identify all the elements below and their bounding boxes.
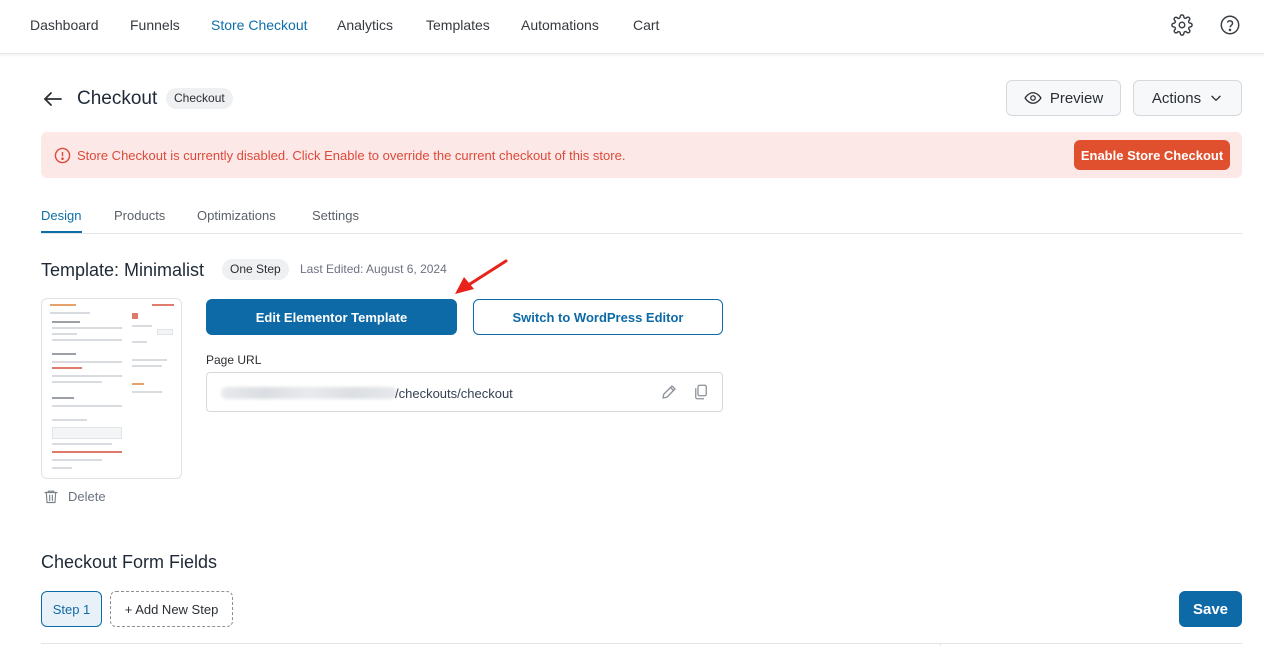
gear-icon[interactable] [1170, 13, 1194, 37]
blurred-domain [221, 387, 397, 399]
template-title: Template: Minimalist [41, 260, 205, 280]
save-button[interactable]: Save [1179, 591, 1242, 627]
nav-item-analytics[interactable]: Analytics [337, 17, 393, 33]
page-url-label: Page URL [206, 353, 262, 367]
last-edited-text: Last Edited: August 6, 2024 [300, 262, 447, 276]
checkout-disabled-alert: Store Checkout is currently disabled. Cl… [41, 132, 1242, 178]
nav-item-templates[interactable]: Templates [426, 17, 490, 33]
form-fields-divider [41, 643, 1242, 644]
tab-products[interactable]: Products [114, 208, 165, 223]
step-1-tab[interactable]: Step 1 [41, 591, 102, 627]
template-step-badge: One Step [222, 259, 289, 280]
eye-icon [1024, 92, 1042, 104]
copy-icon[interactable] [692, 383, 710, 401]
switch-wordpress-editor-button[interactable]: Switch to WordPress Editor [473, 299, 723, 335]
add-new-step-button[interactable]: + Add New Step [110, 591, 233, 627]
nav-item-store-checkout[interactable]: Store Checkout [211, 17, 308, 33]
help-icon[interactable] [1218, 13, 1242, 37]
delete-template-button[interactable]: Delete [43, 488, 106, 505]
pencil-icon[interactable] [660, 383, 678, 401]
nav-item-cart[interactable]: Cart [633, 17, 659, 33]
design-tabs: Design Products Optimizations Settings [41, 200, 1242, 234]
tab-settings[interactable]: Settings [312, 208, 359, 223]
actions-label: Actions [1151, 89, 1202, 107]
preview-button[interactable]: Preview [1006, 80, 1121, 116]
page-title: Checkout [77, 88, 158, 109]
tab-design[interactable]: Design [41, 208, 81, 223]
tab-optimizations[interactable]: Optimizations [197, 208, 276, 223]
template-thumbnail[interactable] [41, 298, 182, 479]
url-path: /checkouts/checkout [395, 386, 513, 401]
page-type-badge: Checkout [166, 88, 233, 109]
delete-label: Delete [68, 489, 106, 504]
active-tab-indicator [41, 231, 82, 233]
back-arrow-icon[interactable] [41, 87, 65, 111]
alert-message: Store Checkout is currently disabled. Cl… [77, 148, 626, 163]
info-icon [54, 147, 71, 164]
actions-dropdown[interactable]: Actions [1133, 80, 1242, 116]
annotation-arrow-icon [455, 259, 508, 294]
trash-icon [44, 490, 58, 504]
nav-item-funnels[interactable]: Funnels [130, 17, 180, 33]
checkout-form-fields-title: Checkout Form Fields [41, 552, 218, 572]
page-url-field[interactable]: /checkouts/checkout [206, 372, 723, 412]
nav-item-dashboard[interactable]: Dashboard [30, 17, 99, 33]
top-nav: Dashboard Funnels Store Checkout Analyti… [0, 0, 1264, 54]
edit-elementor-template-button[interactable]: Edit Elementor Template [206, 299, 457, 335]
preview-label: Preview [1049, 89, 1104, 107]
nav-item-automations[interactable]: Automations [521, 17, 599, 33]
chevron-down-icon [1211, 95, 1221, 101]
enable-store-checkout-button[interactable]: Enable Store Checkout [1074, 140, 1230, 170]
